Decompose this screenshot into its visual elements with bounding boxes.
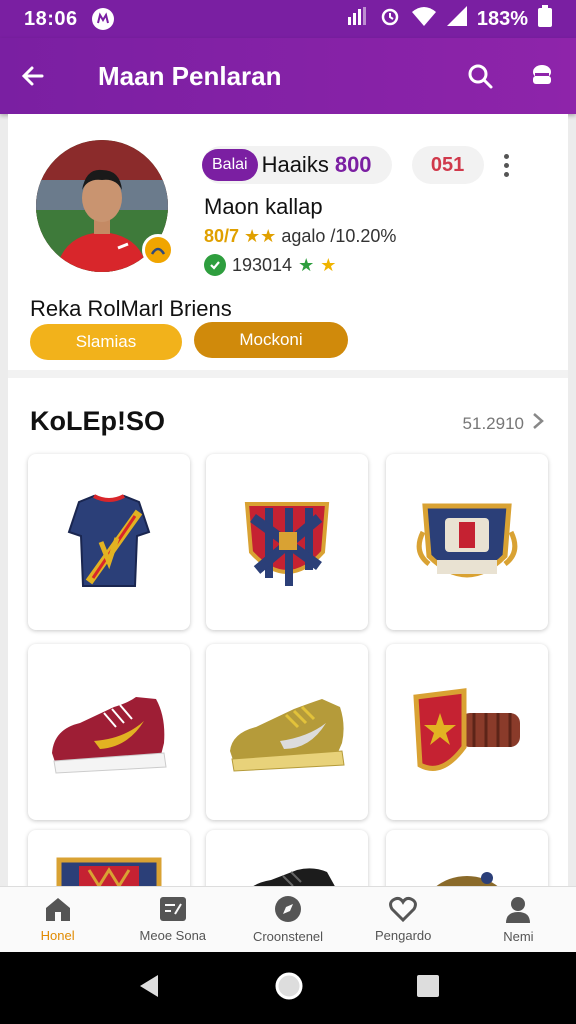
product-card-gold-sneaker[interactable]	[206, 644, 368, 820]
wifi-icon	[411, 6, 437, 32]
app-bar: Maan Penlaran	[0, 38, 576, 114]
stat-value: 193014	[232, 254, 293, 275]
product-card-black-boot[interactable]	[206, 830, 368, 886]
see-more-label: 51.2910	[462, 413, 524, 433]
badge-icon	[416, 503, 518, 578]
person-icon	[506, 897, 531, 923]
profile-rank: 80/7 ★★ agalo /10.20%	[204, 226, 396, 247]
nav-item-favorites[interactable]: Pengardo	[346, 887, 461, 952]
profile-name: Maon kallap	[204, 194, 323, 219]
alarm-icon	[379, 5, 401, 33]
product-card-badge[interactable]	[386, 454, 548, 630]
page-title: Maan Penlaran	[98, 60, 282, 91]
profile-subtitle: Reka RolMarl Briens	[30, 296, 232, 321]
profile-stat: 193014 ★ ★	[204, 254, 336, 276]
nav-item-messages[interactable]: Meoe Sona	[115, 887, 230, 952]
ball-icon	[436, 872, 498, 886]
product-card-crest-partial[interactable]	[28, 830, 190, 886]
level-badge: Balai	[202, 149, 258, 181]
product-card-jersey[interactable]	[28, 454, 190, 630]
chevron-right-icon	[532, 412, 544, 435]
chip-row: Balai Haaiks 800 051	[202, 146, 509, 184]
product-grid	[8, 454, 568, 886]
system-nav-bar	[0, 952, 576, 1024]
back-triangle-icon[interactable]	[136, 973, 162, 1004]
product-card-gauntlet[interactable]	[386, 644, 548, 820]
nav-label: Honel	[40, 928, 75, 943]
jersey-icon	[67, 494, 151, 587]
section-title: KoLEp!SO	[30, 406, 165, 436]
product-card-crest[interactable]	[206, 454, 368, 630]
profile-card: Balai Haaiks 800 051 Maon kallap 80/7 ★★…	[8, 114, 568, 378]
nav-label: Meoe Sona	[139, 928, 207, 943]
red-counter-chip[interactable]: 051	[411, 146, 484, 184]
signal-icon	[347, 7, 369, 31]
search-icon[interactable]	[466, 62, 494, 90]
verified-badge-icon	[142, 234, 174, 266]
boot-icon	[253, 868, 335, 886]
compass-icon	[275, 896, 301, 922]
battery-percent: 183%	[476, 7, 528, 30]
sneaker-icon	[52, 697, 167, 774]
handle-chip[interactable]: Balai Haaiks 800	[202, 146, 392, 184]
heart-icon	[389, 896, 418, 922]
nav-label: Croonstenel	[252, 929, 324, 944]
status-time: 18:06	[24, 7, 78, 30]
notification-icon	[91, 8, 114, 30]
product-card-ball-partial[interactable]	[386, 830, 548, 886]
profile-hat-icon[interactable]	[528, 62, 556, 90]
recents-square-icon[interactable]	[416, 974, 440, 1003]
nav-label: Nemi	[503, 929, 534, 944]
gold-star-icon: ★	[320, 254, 337, 275]
back-arrow-icon[interactable]	[20, 63, 46, 89]
home-circle-icon[interactable]	[274, 971, 304, 1006]
primary-action-button[interactable]: Slamias	[30, 324, 182, 360]
user-score: 800	[334, 152, 372, 177]
crest-icon	[244, 502, 330, 586]
section-header: KoLEp!SO 51.2910	[8, 378, 568, 454]
home-icon	[45, 898, 70, 921]
sneaker-icon	[230, 699, 345, 772]
status-bar: 18:06 183%	[0, 0, 576, 38]
cell-icon	[446, 6, 467, 32]
check-icon	[204, 254, 226, 276]
nav-item-profile[interactable]: Nemi	[461, 887, 576, 952]
bottom-nav: Honel Meoe Sona Croonstenel Pengardo Nem…	[0, 886, 576, 952]
nav-label: Pengardo	[375, 928, 432, 943]
rank-stars: 80/7 ★★	[204, 226, 277, 246]
product-card-red-sneaker[interactable]	[28, 644, 190, 820]
chat-icon	[159, 897, 186, 921]
more-vert-icon[interactable]	[503, 153, 509, 177]
nav-item-home[interactable]: Honel	[0, 887, 115, 952]
green-star-icon: ★	[298, 254, 315, 275]
gauntlet-icon	[413, 688, 520, 771]
user-handle: Haaiks	[261, 152, 329, 177]
secondary-action-button[interactable]: Mockoni	[194, 322, 348, 358]
main-content: Balai Haaiks 800 051 Maon kallap 80/7 ★★…	[8, 114, 568, 886]
rank-detail: agalo /10.20%	[281, 226, 397, 246]
nav-item-explore[interactable]: Croonstenel	[230, 887, 345, 952]
see-more-link[interactable]: 51.2910	[463, 412, 544, 435]
battery-icon	[538, 5, 552, 33]
crest-icon	[56, 857, 162, 886]
